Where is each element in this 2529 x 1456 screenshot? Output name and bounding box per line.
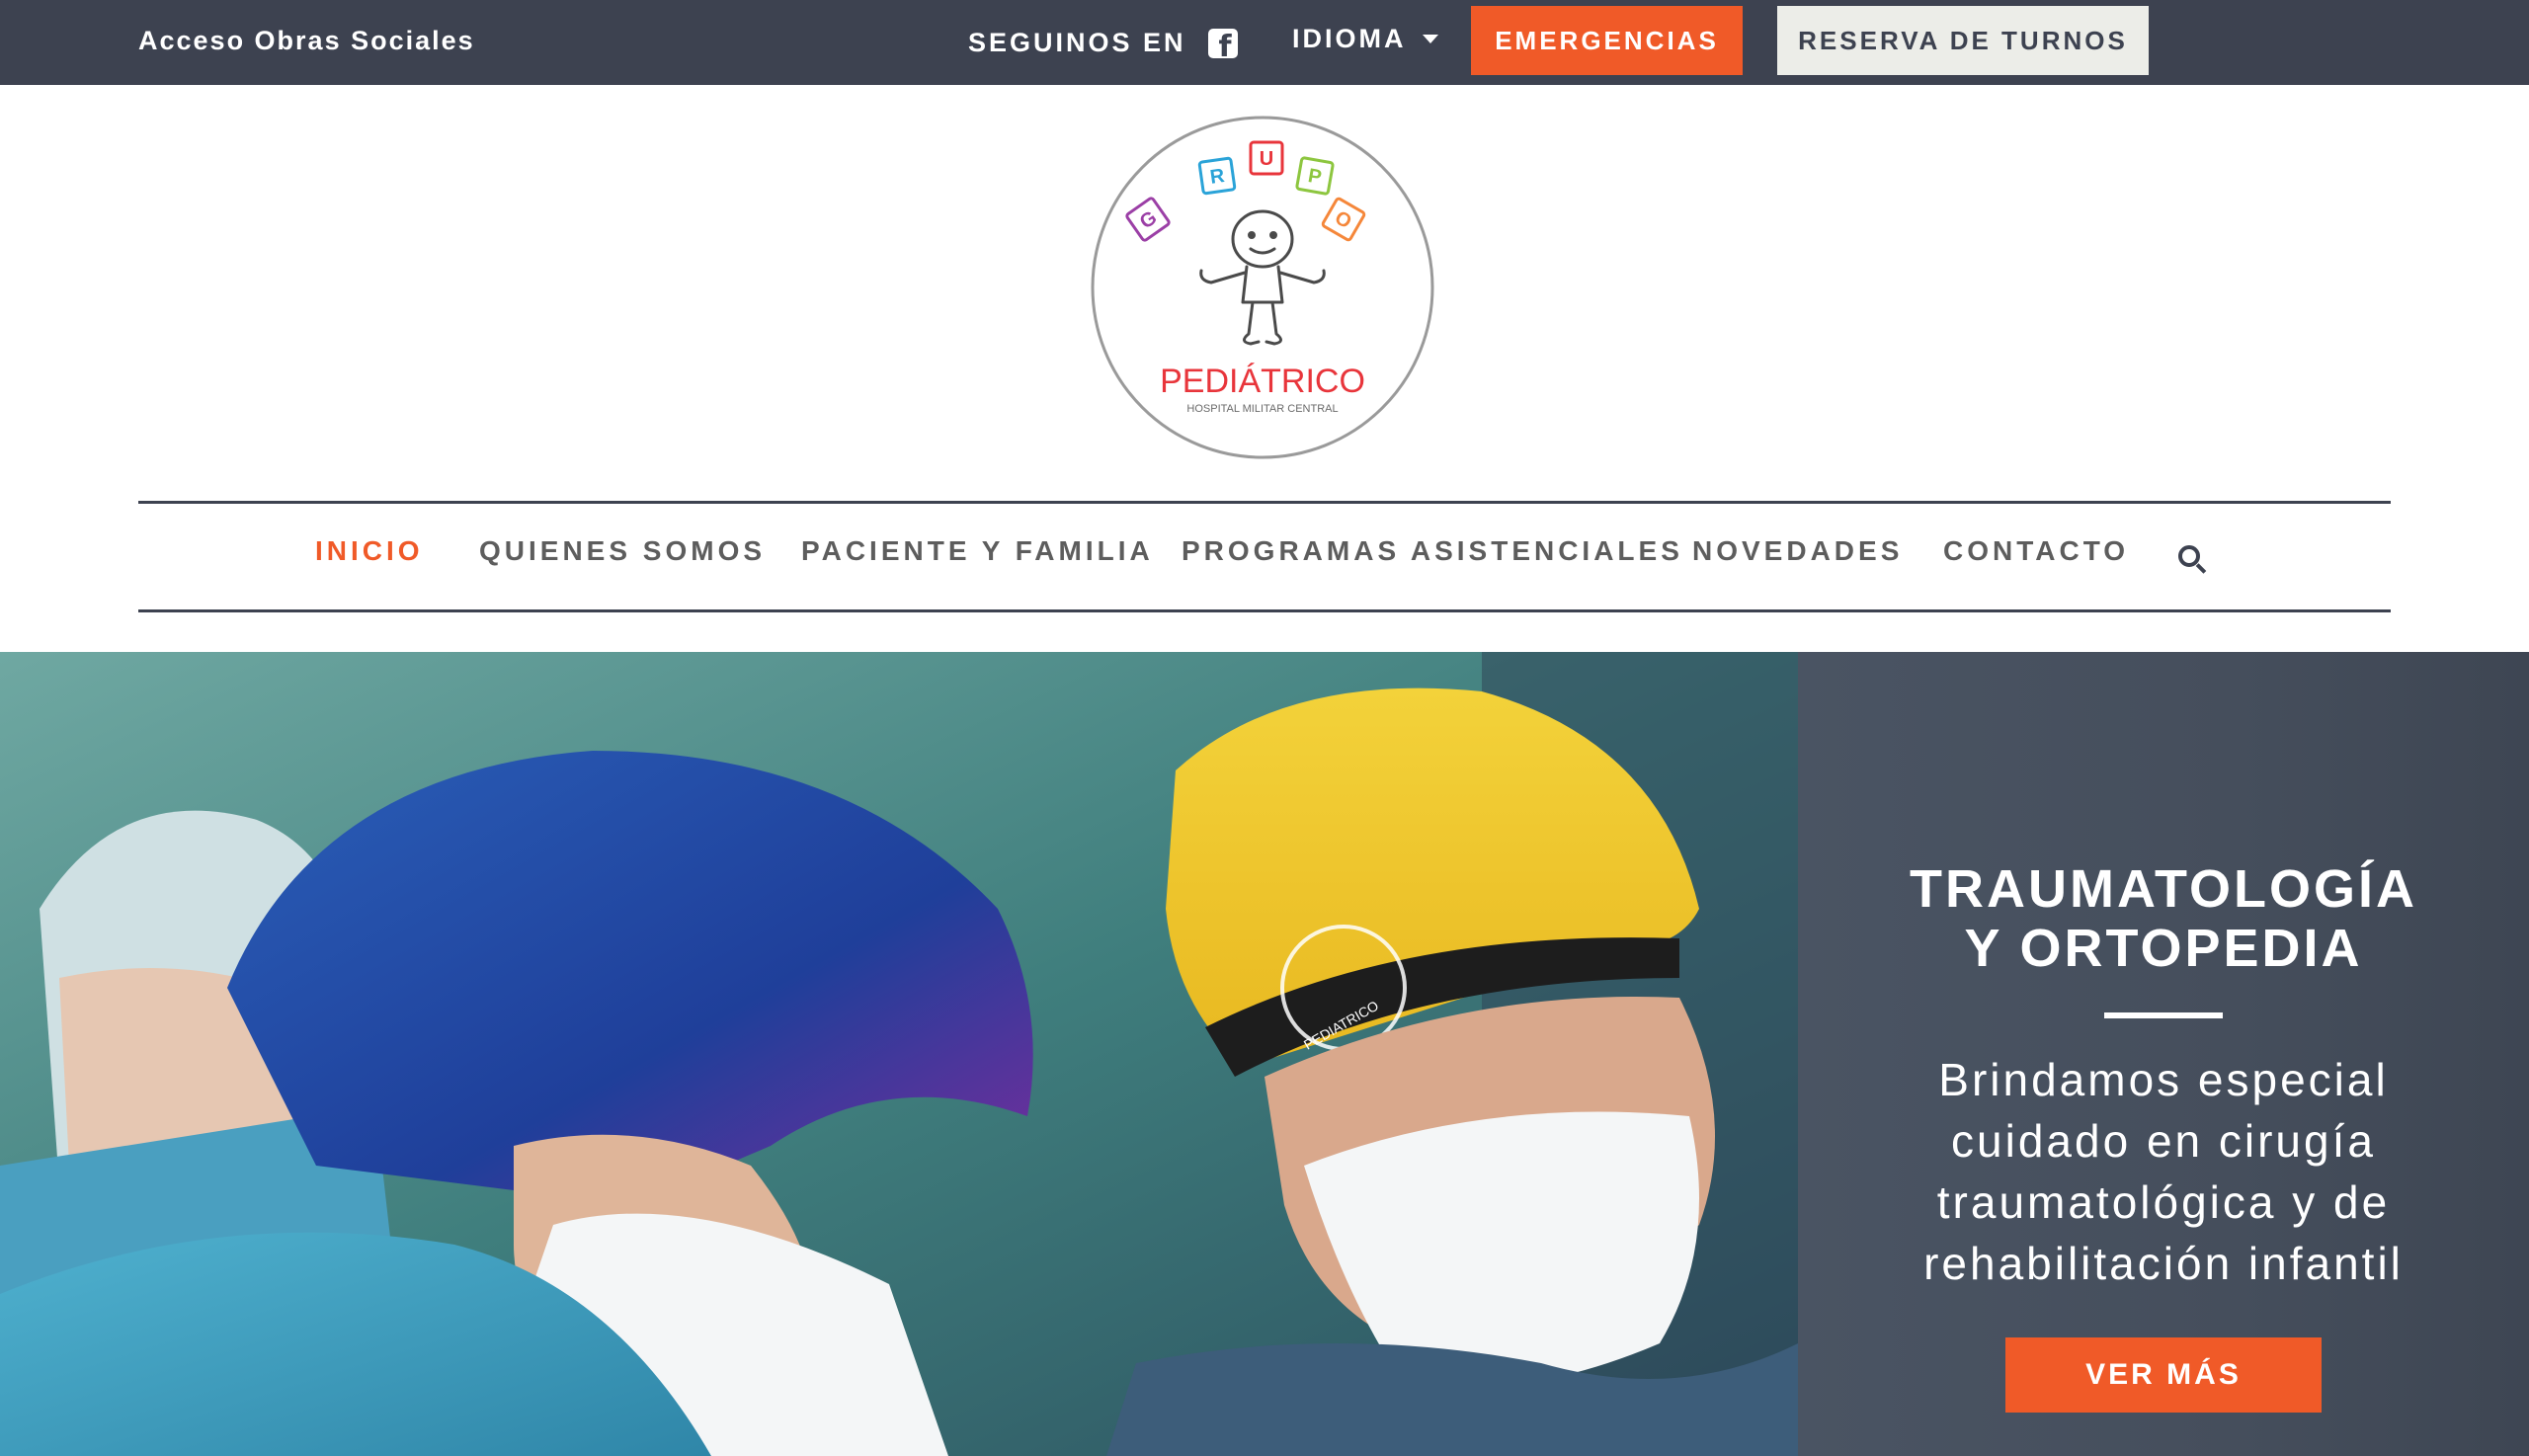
grupo-pediatrico-logo[interactable]: G R U P O PEDIÁTRICO HOSPITAL MILITAR CE…	[1089, 113, 1436, 462]
hero-slider: PEDIATRICO TRAUMATOLOGÍA Y ORTOPEDIA Bri…	[0, 652, 2529, 1456]
nav-item-programas-asistenciales[interactable]: PROGRAMAS ASISTENCIALES	[1182, 535, 1683, 567]
language-dropdown[interactable]: IDIOMA	[1292, 24, 1438, 54]
hero-info-panel: TRAUMATOLOGÍA Y ORTOPEDIA Brindamos espe…	[1798, 652, 2529, 1456]
hero-title: TRAUMATOLOGÍA Y ORTOPEDIA	[1798, 859, 2529, 978]
logo-letter-u: U	[1260, 148, 1273, 170]
hero-subtitle-line: cuidado en cirugía	[1951, 1115, 2376, 1167]
hero-subtitle-line: traumatológica y de	[1936, 1176, 2391, 1228]
logo-tagline: HOSPITAL MILITAR CENTRAL	[1186, 403, 1338, 415]
nav-item-inicio[interactable]: INICIO	[315, 535, 424, 567]
hero-title-line1: TRAUMATOLOGÍA	[1910, 859, 2417, 919]
hero-title-line2: Y ORTOPEDIA	[1964, 919, 2363, 978]
hero-subtitle-line: rehabilitación infantil	[1923, 1238, 2404, 1289]
hero-surgeons-photo: PEDIATRICO	[0, 652, 1798, 1456]
search-icon[interactable]	[2178, 545, 2200, 567]
ver-mas-button[interactable]: VER MÁS	[2005, 1337, 2322, 1413]
hero-divider	[2104, 1012, 2223, 1018]
nav-divider-bottom	[138, 609, 2391, 612]
nav-item-novedades[interactable]: NOVEDADES	[1692, 535, 1903, 567]
nav-item-paciente-familia[interactable]: PACIENTE Y FAMILIA	[801, 535, 1154, 567]
seguinos-label: SEGUINOS EN	[968, 28, 1186, 57]
reserva-turnos-button[interactable]: RESERVA DE TURNOS	[1777, 6, 2149, 75]
main-nav: INICIO QUIENES SOMOS PACIENTE Y FAMILIA …	[138, 504, 2391, 609]
top-bar: Acceso Obras Sociales SEGUINOS EN f IDIO…	[0, 0, 2529, 85]
idioma-label: IDIOMA	[1292, 24, 1407, 53]
facebook-icon[interactable]: f	[1207, 28, 1238, 58]
social-follow[interactable]: SEGUINOS EN f	[968, 28, 1238, 58]
nav-item-contacto[interactable]: CONTACTO	[1943, 535, 2129, 567]
logo-name: PEDIÁTRICO	[1160, 363, 1365, 400]
hero-subtitle-line: Brindamos especial	[1938, 1054, 2389, 1105]
hero-subtitle: Brindamos especial cuidado en cirugía tr…	[1798, 1049, 2529, 1294]
caret-down-icon	[1422, 35, 1438, 43]
nav-item-quienes-somos[interactable]: QUIENES SOMOS	[479, 535, 766, 567]
emergencias-button[interactable]: EMERGENCIAS	[1471, 6, 1743, 75]
obras-sociales-link[interactable]: Acceso Obras Sociales	[138, 26, 475, 56]
